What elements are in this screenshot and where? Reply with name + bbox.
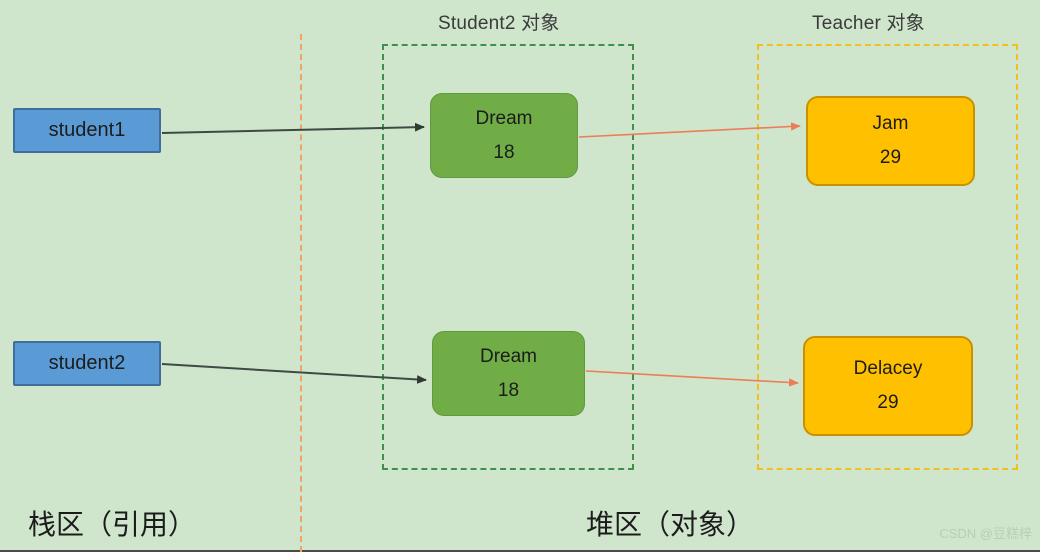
- csdn-watermark: CSDN @豆糕梓: [939, 526, 1032, 541]
- region-title-teacher: Teacher 对象: [812, 13, 925, 34]
- node-delacey-object-age: 29: [877, 392, 899, 413]
- node-delacey-object-name: Delacey: [853, 358, 923, 380]
- node-delacey-object[interactable]: Delacey 29: [803, 336, 973, 436]
- node-student2-reference[interactable]: student2: [13, 341, 161, 386]
- node-dream-object-2-age: 18: [497, 379, 520, 401]
- node-jam-object-age: 29: [879, 147, 902, 168]
- node-dream-object-2-name: Dream: [479, 345, 537, 367]
- region-title-student2: Student2 对象: [438, 13, 560, 34]
- node-dream-object-1-name: Dream: [475, 107, 533, 129]
- diagram-canvas: Student2 对象 Teacher 对象 student1 student2: [0, 0, 1040, 552]
- stack-heap-divider: [300, 34, 302, 552]
- node-jam-object[interactable]: Jam 29: [806, 96, 975, 186]
- node-dream-object-1-age: 18: [493, 141, 515, 163]
- node-student1-reference[interactable]: student1: [13, 108, 161, 153]
- node-jam-object-name: Jam: [872, 113, 909, 135]
- node-dream-object-1[interactable]: Dream 18: [430, 93, 578, 178]
- node-dream-object-2[interactable]: Dream 18: [432, 331, 585, 416]
- stack-area-caption: 栈区（引用）: [28, 509, 197, 540]
- heap-area-caption: 堆区（对象）: [586, 509, 755, 540]
- node-student2-label: student2: [48, 352, 126, 374]
- node-student1-label: student1: [48, 119, 126, 141]
